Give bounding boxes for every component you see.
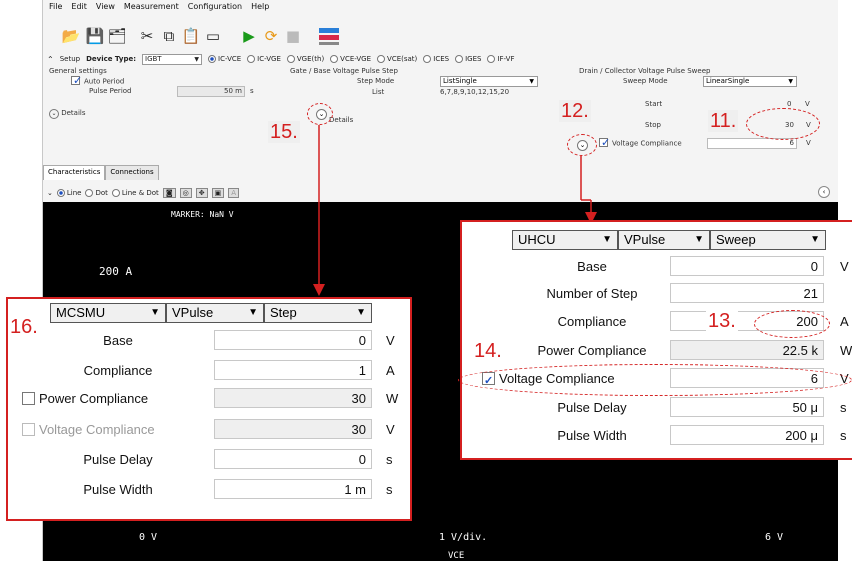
g-voltage-comp-unit: V	[386, 422, 395, 437]
g-pulse-width-label: Pulse Width	[83, 482, 153, 497]
gate-mode-select[interactable]: VPulse ▼	[166, 303, 264, 323]
c-power-comp-field: 22.5 k	[670, 340, 824, 360]
callout-13-ellipse	[754, 310, 830, 338]
c-pulse-width-unit: s	[840, 428, 847, 443]
collector-mode-select[interactable]: VPulse ▼	[618, 230, 710, 250]
gate-detail-panel: MCSMU ▼ VPulse ▼ Step ▼ Base 0 V Compliance…	[6, 297, 412, 521]
collector-unit-select[interactable]: UHCU ▼	[512, 230, 618, 250]
g-base-label: Base	[103, 333, 133, 348]
g-base-unit: V	[386, 333, 395, 348]
g-pulse-delay-field[interactable]: 0	[214, 449, 372, 469]
c-power-comp-label: Power Compliance	[537, 343, 647, 358]
callout-16: 16.	[8, 316, 40, 338]
c-pulse-width-field[interactable]: 200 μ	[670, 425, 824, 445]
c-pulse-delay-field[interactable]: 50 μ	[670, 397, 824, 417]
g-pulse-delay-label: Pulse Delay	[83, 452, 153, 467]
g-pulse-delay-unit: s	[386, 452, 393, 467]
g-compliance-unit: A	[386, 363, 395, 378]
c-base-field[interactable]: 0	[670, 256, 824, 276]
g-pulse-width-field[interactable]: 1 m	[214, 479, 372, 499]
c-compliance-label: Compliance	[557, 314, 627, 329]
g-power-comp-checkbox[interactable]: Power Compliance	[22, 388, 212, 410]
c-base-unit: V	[840, 259, 849, 274]
g-voltage-comp-checkbox: Voltage Compliance	[22, 419, 212, 441]
callout-14: 14.	[472, 340, 504, 362]
callout-14-ellipse	[458, 364, 852, 396]
c-steps-field[interactable]: 21	[670, 283, 824, 303]
g-voltage-comp-field: 30	[214, 419, 372, 439]
c-steps-label: Number of Step	[546, 286, 638, 301]
c-pulse-delay-label: Pulse Delay	[557, 400, 627, 415]
c-pulse-width-label: Pulse Width	[557, 428, 627, 443]
gate-unit-select[interactable]: MCSMU ▼	[50, 303, 166, 323]
g-pulse-width-unit: s	[386, 482, 393, 497]
g-power-comp-unit: W	[386, 391, 399, 406]
g-compliance-field[interactable]: 1	[214, 360, 372, 380]
callout-13: 13.	[706, 310, 738, 332]
collector-sweep-select[interactable]: Sweep ▼	[710, 230, 826, 250]
g-base-field[interactable]: 0	[214, 330, 372, 350]
c-compliance-unit: A	[840, 314, 849, 329]
c-base-label: Base	[577, 259, 607, 274]
g-power-comp-field: 30	[214, 388, 372, 408]
collector-detail-panel: UHCU ▼ VPulse ▼ Sweep ▼ Base 0 V Number of …	[460, 220, 852, 460]
g-compliance-label: Compliance	[83, 363, 153, 378]
gate-step-select[interactable]: Step ▼	[264, 303, 372, 323]
c-pulse-delay-unit: s	[840, 400, 847, 415]
c-power-comp-unit: W	[840, 343, 852, 358]
